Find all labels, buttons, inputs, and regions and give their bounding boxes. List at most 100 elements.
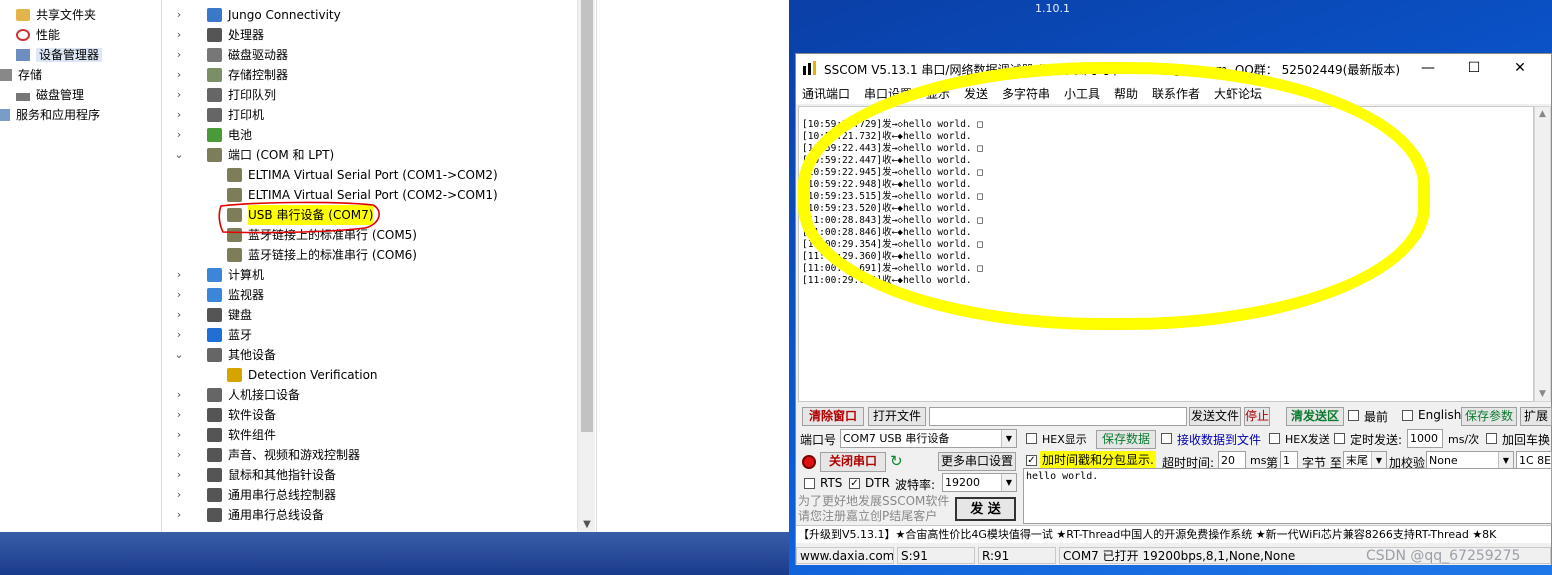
expand-button[interactable]: 扩展 xyxy=(1520,407,1552,426)
device-tree-item[interactable]: ⌄ 其他设备 xyxy=(163,345,573,365)
open-file-button[interactable]: 打开文件 xyxy=(868,407,926,426)
chevron-right-icon[interactable]: › xyxy=(173,125,185,145)
nav-item-storage[interactable]: 存储 xyxy=(0,65,42,85)
device-tree-item[interactable]: ⌄ 端口 (COM 和 LPT) xyxy=(163,145,573,165)
chevron-right-icon[interactable]: › xyxy=(173,305,185,325)
file-path-input[interactable] xyxy=(929,407,1187,426)
chevron-right-icon[interactable]: › xyxy=(173,265,185,285)
receive-scrollbar[interactable]: ▲ ▼ xyxy=(1534,106,1551,402)
device-tree-item[interactable]: › Jungo Connectivity xyxy=(163,5,573,25)
device-tree-item[interactable]: Detection Verification xyxy=(163,365,573,385)
menu-item[interactable]: 联系作者 xyxy=(1152,85,1200,102)
device-tree-item[interactable]: › 人机接口设备 xyxy=(163,385,573,405)
chevron-right-icon[interactable]: › xyxy=(173,5,185,25)
receive-area[interactable]: [10:59:21.729]发→◇hello world. □ [10:59:21… xyxy=(798,106,1534,402)
scroll-up-arrow-icon[interactable]: ▲ xyxy=(1535,109,1550,119)
interval-input[interactable]: 1000 xyxy=(1407,429,1443,448)
send-button[interactable]: 发 送 xyxy=(955,497,1016,521)
maximize-button[interactable]: ☐ xyxy=(1451,54,1497,82)
save-data-button[interactable]: 保存数据 xyxy=(1096,430,1156,449)
stop-button[interactable]: 停止 xyxy=(1244,407,1270,426)
nav-item-disk-management[interactable]: 磁盘管理 xyxy=(16,85,84,105)
chevron-right-icon[interactable]: › xyxy=(173,285,185,305)
nav-item-device-manager[interactable]: 设备管理器 xyxy=(16,45,103,65)
menu-item[interactable]: 显示 xyxy=(926,85,950,102)
device-tree-item[interactable]: › 蓝牙 xyxy=(163,325,573,345)
rts-checkbox[interactable] xyxy=(804,478,815,489)
dtr-checkbox[interactable]: ✓ xyxy=(849,478,860,489)
device-tree-item[interactable]: › 处理器 xyxy=(163,25,573,45)
more-port-settings-button[interactable]: 更多串口设置 xyxy=(938,452,1016,471)
chevron-right-icon[interactable]: › xyxy=(173,505,185,525)
menu-item[interactable]: 小工具 xyxy=(1064,85,1100,102)
chevron-down-icon[interactable]: ⌄ xyxy=(173,145,185,165)
close-button[interactable]: ✕ xyxy=(1497,54,1543,82)
send-text-area[interactable]: hello world. xyxy=(1023,468,1552,524)
chevron-right-icon[interactable]: › xyxy=(173,325,185,345)
chevron-right-icon[interactable]: › xyxy=(173,45,185,65)
menu-item[interactable]: 串口设置 xyxy=(864,85,912,102)
device-tree-item[interactable]: › 计算机 xyxy=(163,265,573,285)
topmost-checkbox[interactable] xyxy=(1348,410,1359,421)
nav-item-shared-folders[interactable]: 共享文件夹 xyxy=(16,5,96,25)
chevron-right-icon[interactable]: › xyxy=(173,485,185,505)
clear-send-button[interactable]: 清发送区 xyxy=(1286,407,1344,426)
chevron-right-icon[interactable]: › xyxy=(173,25,185,45)
add-crlf-checkbox[interactable] xyxy=(1486,433,1497,444)
device-tree-item[interactable]: › 通用串行总线控制器 xyxy=(163,485,573,505)
device-tree-item[interactable]: › 键盘 xyxy=(163,305,573,325)
device-tree-item[interactable]: › 电池 xyxy=(163,125,573,145)
device-tree-scrollbar[interactable]: ▼ xyxy=(577,0,595,532)
nav-item-performance[interactable]: 性能 xyxy=(16,25,60,45)
menu-item[interactable]: 多字符串 xyxy=(1002,85,1050,102)
chevron-right-icon[interactable]: › xyxy=(173,445,185,465)
scroll-down-arrow-icon[interactable]: ▼ xyxy=(578,519,596,530)
chevron-right-icon[interactable]: › xyxy=(173,85,185,105)
device-tree-item[interactable]: › 打印机 xyxy=(163,105,573,125)
device-tree-item[interactable]: › 存储控制器 xyxy=(163,65,573,85)
chevron-right-icon[interactable]: › xyxy=(173,65,185,85)
device-tree-item[interactable]: ELTIMA Virtual Serial Port (COM1->COM2) xyxy=(163,165,573,185)
device-tree-item[interactable]: › 监视器 xyxy=(163,285,573,305)
chevron-down-icon[interactable]: ⌄ xyxy=(173,345,185,365)
clear-window-button[interactable]: 清除窗口 xyxy=(802,407,864,426)
scroll-down-arrow-icon[interactable]: ▼ xyxy=(1535,389,1550,399)
device-tree-item[interactable]: › 声音、视频和游戏控制器 xyxy=(163,445,573,465)
hex-send-checkbox[interactable] xyxy=(1269,433,1280,444)
recv-to-file-checkbox[interactable] xyxy=(1161,433,1172,444)
baud-select[interactable]: 19200 ▼ xyxy=(942,473,1017,492)
close-port-button[interactable]: 关闭串口 xyxy=(820,452,886,472)
port-select[interactable]: COM7 USB 串行设备 ▼ xyxy=(840,429,1017,448)
title-bar[interactable]: SSCOM V5.13.1 串口/网络数据调试器,作者:大虾丁丁,2618058… xyxy=(796,54,1551,82)
device-tree-item[interactable]: › 鼠标和其他指针设备 xyxy=(163,465,573,485)
device-tree-item[interactable]: › 软件组件 xyxy=(163,425,573,445)
menu-item[interactable]: 发送 xyxy=(964,85,988,102)
chevron-right-icon[interactable]: › xyxy=(173,465,185,485)
news-ticker[interactable]: 【升级到V5.13.1】★合宙高性价比4G模块值得一试 ★RT-Thread中国… xyxy=(796,525,1551,543)
scroll-thumb[interactable] xyxy=(581,0,593,432)
device-tree-item[interactable]: › 磁盘驱动器 xyxy=(163,45,573,65)
refresh-icon[interactable]: ↻ xyxy=(890,453,906,469)
device-tree-item[interactable]: › 通用串行总线设备 xyxy=(163,505,573,525)
timed-send-checkbox[interactable] xyxy=(1334,433,1345,444)
chevron-right-icon[interactable]: › xyxy=(173,385,185,405)
chevron-right-icon[interactable]: › xyxy=(173,405,185,425)
device-tree-item[interactable]: › 软件设备 xyxy=(163,405,573,425)
device-tree-item[interactable]: 蓝牙链接上的标准串行 (COM6) xyxy=(163,245,573,265)
chevron-right-icon[interactable]: › xyxy=(173,105,185,125)
device-tree-item[interactable]: › 打印队列 xyxy=(163,85,573,105)
english-checkbox[interactable] xyxy=(1402,410,1413,421)
sscom-app-icon xyxy=(803,61,816,75)
device-tree-label: 鼠标和其他指针设备 xyxy=(228,468,337,482)
timestamp-checkbox[interactable]: ✓ xyxy=(1026,455,1037,466)
nav-item-services[interactable]: 服务和应用程序 xyxy=(0,105,100,125)
minimize-button[interactable]: — xyxy=(1405,54,1451,82)
hex-display-checkbox[interactable] xyxy=(1026,433,1037,444)
menu-item[interactable]: 通讯端口 xyxy=(802,85,850,102)
status-site[interactable]: www.daxia.com xyxy=(796,547,894,564)
menu-item[interactable]: 大虾论坛 xyxy=(1214,85,1262,102)
chevron-right-icon[interactable]: › xyxy=(173,425,185,445)
menu-item[interactable]: 帮助 xyxy=(1114,85,1138,102)
send-file-button[interactable]: 发送文件 xyxy=(1189,407,1241,426)
save-params-button[interactable]: 保存参数 xyxy=(1461,407,1517,426)
